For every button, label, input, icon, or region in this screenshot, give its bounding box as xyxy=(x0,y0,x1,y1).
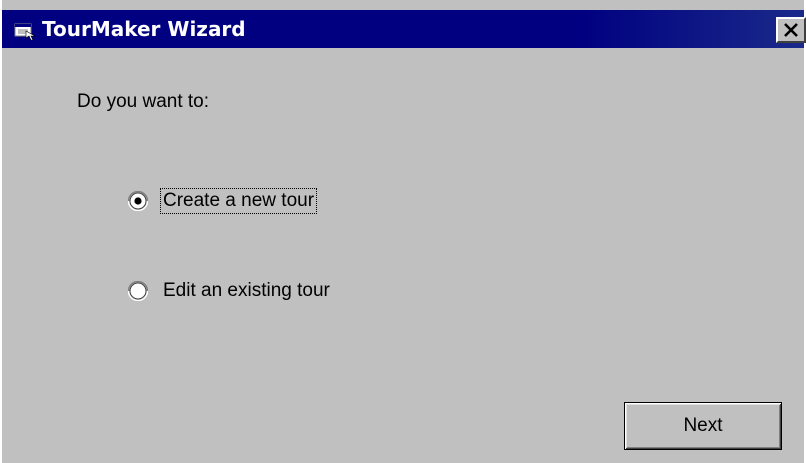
radio-selected-icon[interactable] xyxy=(127,190,149,212)
close-button[interactable] xyxy=(776,17,806,43)
option-create-new-tour[interactable]: Create a new tour xyxy=(127,188,318,214)
app-window-icon xyxy=(14,22,37,41)
option-edit-existing-tour[interactable]: Edit an existing tour xyxy=(127,278,332,304)
prompt-label: Do you want to: xyxy=(77,91,210,112)
radio-unselected-icon[interactable] xyxy=(127,280,149,302)
wizard-window: TourMaker Wizard Do you want to: Create … xyxy=(0,0,806,463)
option-label[interactable]: Create a new tour xyxy=(159,188,318,214)
option-label[interactable]: Edit an existing tour xyxy=(161,279,332,303)
title-bar[interactable]: TourMaker Wizard xyxy=(2,10,806,48)
close-icon xyxy=(784,23,798,37)
window-title: TourMaker Wizard xyxy=(42,17,246,41)
next-button[interactable]: Next xyxy=(624,402,782,450)
